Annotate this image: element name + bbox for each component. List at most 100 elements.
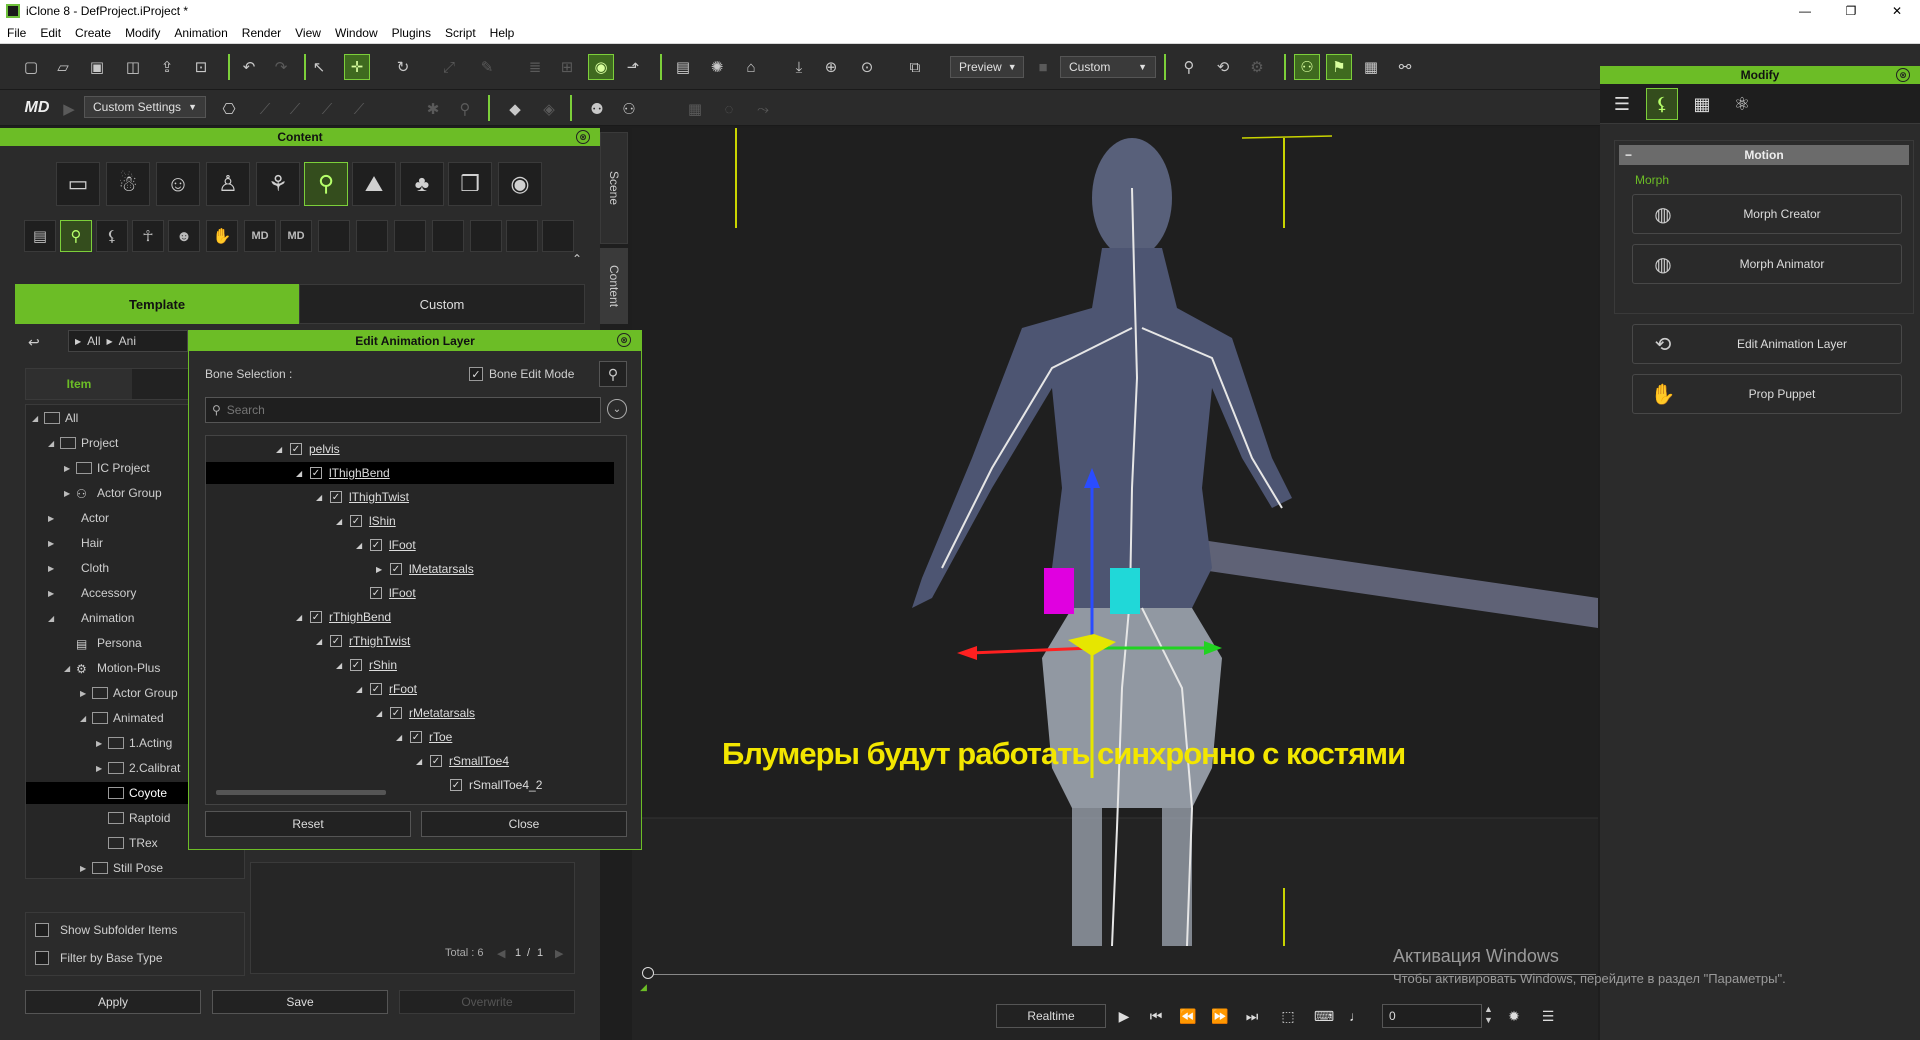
media-category-icon[interactable]: ◉ [498, 162, 542, 206]
motion-section-header[interactable]: − Motion [1619, 145, 1909, 165]
head-category-icon[interactable]: ☺ [156, 162, 200, 206]
snap-icon[interactable]: ⊞ [556, 56, 578, 78]
ik-icon[interactable]: ⚲ [1178, 56, 1200, 78]
stage-category-icon[interactable]: ⛰ [352, 162, 396, 206]
tree-node[interactable]: Raptoid [96, 807, 170, 829]
motion-icon[interactable]: ⚲ [60, 220, 92, 252]
pin-icon[interactable]: ⟋ [348, 98, 370, 120]
tree-node[interactable]: ▶ Actor [48, 507, 109, 529]
script-icon[interactable]: ▤ [24, 220, 56, 252]
tree-node[interactable]: ◢ Project [48, 432, 118, 454]
tree-node[interactable]: ▶ Hair [48, 532, 103, 554]
filter-base-checkbox[interactable] [35, 951, 49, 965]
drop-icon[interactable]: ⤓ [788, 56, 810, 78]
md-icon[interactable]: MD [244, 220, 276, 252]
search-options-icon[interactable]: ⌄ [607, 399, 627, 419]
tree-node[interactable]: TRex [96, 832, 158, 854]
align-icon[interactable]: ≣ [524, 56, 546, 78]
prop-category-icon[interactable]: ⚘ [256, 162, 300, 206]
undo-icon[interactable]: ↶ [238, 56, 260, 78]
prop-puppet-button[interactable]: ✋ Prop Puppet [1632, 374, 1902, 414]
go-end-icon[interactable]: ⏭ [1240, 1004, 1264, 1028]
bone-checkbox[interactable]: ✓ [390, 563, 402, 575]
frame-stepper[interactable]: ▲ ▼ [1484, 1004, 1493, 1026]
link-icon[interactable]: ⟋ [254, 98, 276, 120]
tree-category-icon[interactable]: ♣ [400, 162, 444, 206]
music-note-icon[interactable]: ♩ [1344, 1004, 1368, 1028]
breadcrumb-animation[interactable]: Ani [119, 334, 136, 348]
new-file-icon[interactable]: ▢ [20, 56, 42, 78]
bone-display-icon[interactable]: ⚇ [1294, 54, 1320, 80]
bone-node[interactable]: ◢ ✓ lFoot [356, 534, 416, 556]
morph-animator-button[interactable]: ◍ Morph Animator [1632, 244, 1902, 284]
preview-dropdown[interactable]: Preview ▼ [950, 56, 1024, 78]
rotate-icon[interactable]: ↻ [392, 56, 414, 78]
save-button[interactable]: Save [212, 990, 388, 1014]
export-icon[interactable]: ⇪ [156, 56, 178, 78]
bone-checkbox[interactable]: ✓ [410, 731, 422, 743]
usd-export-icon[interactable]: ⊡ [190, 56, 212, 78]
hand-icon[interactable]: ✋ [206, 220, 238, 252]
loop-icon[interactable]: ⬚ [1276, 1004, 1300, 1028]
pose-icon[interactable]: ⟲ [1212, 56, 1234, 78]
tree-node[interactable]: ▶ Accessory [48, 582, 136, 604]
tree-node[interactable]: ▶ ⚇ Actor Group [64, 482, 162, 504]
next-frame-icon[interactable]: ⏩ [1208, 1004, 1232, 1028]
menu-window[interactable]: Window [328, 26, 385, 40]
bone-node[interactable]: ▶ ✓ lMetatarsals [376, 558, 474, 580]
subtitle-icon[interactable]: ⌨ [1312, 1004, 1336, 1028]
camera-icon[interactable]: ■ [1032, 56, 1054, 78]
tree-node[interactable]: ▶ 2.Calibrat [96, 757, 180, 779]
reset-button[interactable]: Reset [205, 811, 411, 837]
run-icon[interactable]: ⚸ [96, 220, 128, 252]
bone-node[interactable]: ✓ lFoot [356, 582, 416, 604]
settings-gear-icon[interactable]: ✹ [1502, 1004, 1526, 1028]
bone-checkbox[interactable]: ✓ [330, 635, 342, 647]
subtab-item[interactable]: Item [26, 369, 132, 399]
menu-create[interactable]: Create [68, 26, 118, 40]
pivot-icon[interactable]: ⬏ [622, 56, 644, 78]
tree-node[interactable]: ▶ 1.Acting [96, 732, 172, 754]
bone-node[interactable]: ◢ ✓ rThighBend [296, 606, 391, 628]
morph-creator-button[interactable]: ◍ Morph Creator [1632, 194, 1902, 234]
tab-custom[interactable]: Custom [299, 284, 585, 324]
prev-frame-icon[interactable]: ⏪ [1176, 1004, 1200, 1028]
physics-icon[interactable]: ⚙ [1246, 56, 1268, 78]
cycle-icon[interactable]: ◌ [718, 98, 740, 120]
maximize-button[interactable]: ❐ [1828, 0, 1874, 22]
bone-checkbox[interactable]: ✓ [330, 491, 342, 503]
menu-help[interactable]: Help [483, 26, 522, 40]
play-icon[interactable]: ▶ [1112, 1004, 1136, 1028]
cloth-category-icon[interactable]: ♙ [206, 162, 250, 206]
menu-plugins[interactable]: Plugins [385, 26, 438, 40]
timeline-playhead[interactable] [642, 967, 654, 979]
move-gizmo-icon[interactable]: ✛ [344, 54, 370, 80]
stage-icon[interactable]: ▤ [672, 56, 694, 78]
folder-category-icon[interactable]: ▭ [56, 162, 100, 206]
material-category-icon[interactable]: ❒ [448, 162, 492, 206]
bone-edit-mode-checkbox[interactable]: ✓ [469, 367, 483, 381]
bone-node-selected[interactable]: ◢ ✓ lThighBend [206, 462, 614, 484]
actor-category-icon[interactable]: ☃ [106, 162, 150, 206]
tree-node[interactable]: ▶ Cloth [48, 557, 109, 579]
bone-checkbox[interactable]: ✓ [370, 587, 382, 599]
home-icon[interactable]: ⌂ [740, 56, 762, 78]
redo-icon[interactable]: ↷ [270, 56, 292, 78]
light-icon[interactable]: ✺ [706, 56, 728, 78]
close-window-button[interactable]: ✕ [1874, 0, 1920, 22]
group-icon[interactable]: ⚉ [586, 98, 608, 120]
bone-checkbox[interactable]: ✓ [310, 611, 322, 623]
minimize-button[interactable]: — [1782, 0, 1828, 22]
page-prev-icon[interactable]: ◀ [497, 947, 505, 960]
bone-node[interactable]: ◢ ✓ rFoot [356, 678, 417, 700]
figure-icon[interactable]: ✱ [422, 98, 444, 120]
sliders-icon[interactable]: ☰ [1606, 88, 1638, 120]
edit-animation-layer-button[interactable]: ⟲ Edit Animation Layer [1632, 324, 1902, 364]
motion-tab-icon[interactable]: ⚸ [1646, 88, 1678, 120]
bone-checkbox[interactable]: ✓ [350, 659, 362, 671]
visibility-eye-icon[interactable]: ◉ [588, 54, 614, 80]
menu-view[interactable]: View [288, 26, 328, 40]
bone-checkbox[interactable]: ✓ [290, 443, 302, 455]
page-next-icon[interactable]: ▶ [555, 947, 563, 960]
bone-node[interactable]: ◢ ✓ rShin [336, 654, 397, 676]
